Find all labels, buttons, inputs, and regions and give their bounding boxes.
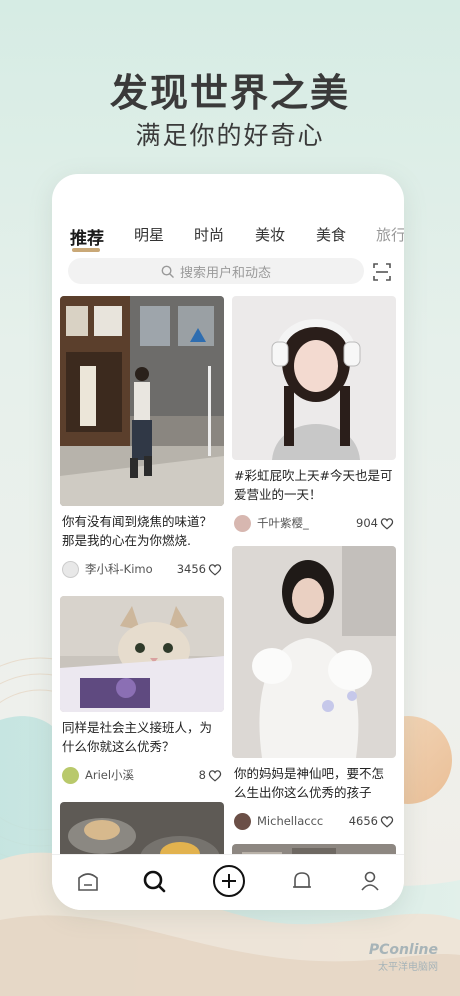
notification-icon: [293, 872, 311, 888]
nav-profile[interactable]: [356, 867, 384, 895]
headline-subtitle: 满足你的好奇心: [135, 121, 325, 150]
heart-icon: [208, 769, 222, 781]
card-caption: 同样是社会主义接班人，为什么你就这么优秀？: [62, 720, 213, 754]
tab-fashion[interactable]: 时尚: [194, 224, 224, 245]
category-tabs: 推荐 明星 时尚 美妆 美食 旅行: [52, 224, 404, 254]
avatar[interactable]: [234, 514, 251, 532]
avatar[interactable]: [234, 812, 251, 830]
card-author[interactable]: Michellaccc: [257, 814, 349, 828]
feed-column-left: 你有没有闻到烧焦的味道？那是我的心在为你燃烧. 李小科-Kimo 3456 同样…: [60, 296, 224, 882]
tab-food[interactable]: 美食: [316, 224, 346, 245]
headline-title: 发现世界之美: [109, 71, 350, 115]
card-meta: Ariel小溪 8: [60, 762, 224, 788]
phone-screen: 推荐 明星 时尚 美妆 美食 旅行 搜索用户和动态 你有没有闻到烧焦的味道？那是…: [52, 174, 404, 910]
card-meta: 千叶紫樱_ 904: [232, 510, 396, 536]
nav-notification[interactable]: [288, 867, 316, 895]
nav-publish[interactable]: [212, 864, 246, 898]
tab-makeup[interactable]: 美妆: [255, 224, 285, 245]
card-author[interactable]: Ariel小溪: [85, 767, 199, 783]
search-input[interactable]: 搜索用户和动态: [68, 258, 364, 284]
bottom-navigation: [52, 854, 404, 910]
like-button[interactable]: 904: [356, 516, 394, 530]
feed-card[interactable]: 同样是社会主义接班人，为什么你就这么优秀？ Ariel小溪 8: [60, 596, 224, 788]
avatar[interactable]: [62, 560, 79, 578]
card-caption: #彩虹屁吹上天#今天也是可爱营业的一天！: [234, 468, 393, 502]
card-caption: 你的妈妈是神仙吧，要不怎么生出你这么优秀的孩子: [234, 766, 385, 800]
like-button[interactable]: 3456: [177, 562, 222, 576]
publish-icon: [213, 865, 245, 897]
watermark-sub: 太平洋电脑网: [378, 962, 438, 973]
feed-card[interactable]: 你的妈妈是神仙吧，要不怎么生出你这么优秀的孩子 Michellaccc 4656: [232, 546, 396, 834]
search-icon: [161, 265, 174, 278]
like-count: 3456: [176, 562, 206, 576]
home-icon: [78, 873, 98, 891]
card-author[interactable]: 李小科-Kimo: [85, 561, 177, 577]
cat-photo: [60, 596, 224, 712]
scan-icon[interactable]: [372, 262, 392, 282]
card-meta: Michellaccc 4656: [232, 808, 396, 834]
tab-recommend[interactable]: 推荐: [70, 224, 104, 249]
watermark-brand: PConline: [368, 942, 438, 958]
search-placeholder: 搜索用户和动态: [179, 265, 271, 281]
street-photo: [60, 296, 224, 506]
nav-home[interactable]: [74, 867, 102, 895]
feed-card[interactable]: #彩虹屁吹上天#今天也是可爱营业的一天！ 千叶紫樱_ 904: [232, 296, 396, 536]
nav-discover[interactable]: [140, 867, 168, 895]
like-count: 8: [198, 768, 206, 782]
card-author[interactable]: 千叶紫樱_: [257, 515, 356, 531]
tab-celebrity[interactable]: 明星: [134, 224, 164, 245]
heart-icon: [208, 563, 222, 575]
watermark: PConline 太平洋电脑网: [369, 942, 438, 973]
white-dress-photo: [232, 546, 396, 758]
tab-travel[interactable]: 旅行: [376, 224, 404, 245]
like-button[interactable]: 8: [199, 768, 222, 782]
heart-icon: [380, 517, 394, 529]
tab-indicator: [72, 248, 100, 252]
profile-icon: [361, 871, 379, 891]
like-button[interactable]: 4656: [349, 814, 394, 828]
like-count: 904: [356, 516, 378, 530]
discover-icon: [143, 870, 166, 893]
feed-card[interactable]: 你有没有闻到烧焦的味道？那是我的心在为你燃烧. 李小科-Kimo 3456: [60, 296, 224, 582]
headphones-girl-photo: [232, 296, 396, 460]
feed-column-right: #彩虹屁吹上天#今天也是可爱营业的一天！ 千叶紫樱_ 904 你的妈妈是神仙吧，…: [232, 296, 396, 904]
like-count: 4656: [348, 814, 378, 828]
card-caption: 你有没有闻到烧焦的味道？那是我的心在为你燃烧.: [62, 514, 213, 548]
card-meta: 李小科-Kimo 3456: [60, 556, 224, 582]
heart-icon: [380, 815, 394, 827]
avatar[interactable]: [62, 766, 79, 784]
